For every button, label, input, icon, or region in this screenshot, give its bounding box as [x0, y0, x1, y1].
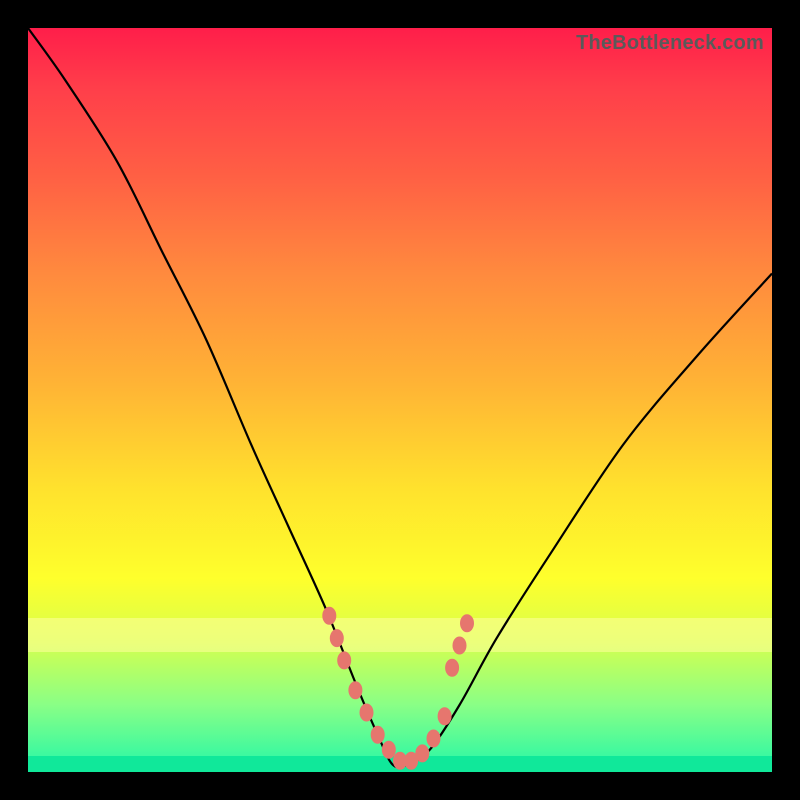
bead-marker — [322, 607, 336, 625]
bead-marker — [460, 614, 474, 632]
bottleneck-curve — [28, 28, 772, 767]
bead-marker — [415, 744, 429, 762]
bead-markers — [322, 607, 474, 770]
bead-marker — [427, 730, 441, 748]
plot-area: TheBottleneck.com — [28, 28, 772, 772]
bead-marker — [438, 707, 452, 725]
bead-marker — [382, 741, 396, 759]
bead-marker — [445, 659, 459, 677]
bead-marker — [348, 681, 362, 699]
bead-marker — [371, 726, 385, 744]
chart-frame: TheBottleneck.com — [0, 0, 800, 800]
bead-marker — [337, 651, 351, 669]
bead-marker — [330, 629, 344, 647]
bead-marker — [453, 637, 467, 655]
curve-svg — [28, 28, 772, 772]
bead-marker — [360, 704, 374, 722]
